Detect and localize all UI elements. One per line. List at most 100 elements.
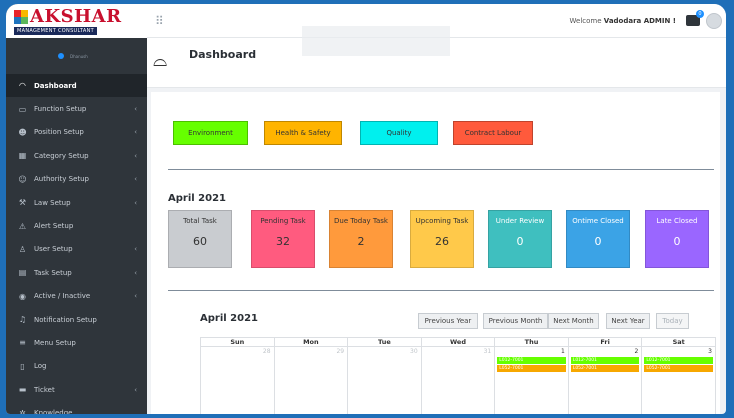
sidebar-item-notification-setup[interactable]: ♫ Notification Setup	[6, 308, 147, 331]
sidebar-item-menu-setup[interactable]: ≡ Menu Setup	[6, 331, 147, 354]
stat-card-late-closed[interactable]: Late Closed 0	[645, 210, 709, 268]
chevron-left-icon: ‹	[134, 105, 137, 114]
sidebar-item-label: Position Setup	[34, 128, 84, 137]
sidebar-item-task-setup[interactable]: ▤ Task Setup ‹	[6, 261, 147, 284]
stat-card-ontime-closed[interactable]: Ontime Closed 0	[566, 210, 630, 268]
day-number: 2	[634, 348, 639, 355]
stat-value: 0	[673, 235, 681, 248]
avatar[interactable]	[706, 13, 722, 29]
weekday-header: Thu	[494, 337, 569, 347]
sidebar-item-authority-setup[interactable]: ☺ Authority Setup ‹	[6, 168, 147, 191]
sidebar-item-ticket[interactable]: ▬ Ticket ‹	[6, 378, 147, 401]
calendar-event[interactable]: L052-7001	[570, 365, 640, 372]
sidebar-item-label: Authority Setup	[34, 175, 89, 184]
calendar-event[interactable]: L012-7001	[497, 357, 566, 364]
weekday-header: Sat	[641, 337, 716, 347]
sidebar-item-label: User Setup	[34, 245, 73, 254]
sidebar-item-label: Notification Setup	[34, 315, 97, 324]
toggle-icon: ◉	[19, 291, 26, 301]
calendar-day[interactable]: 31	[420, 346, 496, 414]
calendar-day[interactable]: 29	[273, 346, 349, 414]
sidebar-item-dashboard[interactable]: ◠ Dashboard	[6, 74, 147, 98]
day-number: 28	[262, 348, 271, 355]
chevron-left-icon: ‹	[134, 268, 137, 277]
sidebar-item-user-setup[interactable]: ♙ User Setup ‹	[6, 238, 147, 261]
warning-icon: ⚠	[18, 221, 27, 231]
calendar-month-title: April 2021	[200, 313, 258, 324]
category-button-environment[interactable]: Environment	[173, 121, 248, 145]
stat-value: 2	[357, 235, 365, 248]
stat-card-pending-task[interactable]: Pending Task 32	[251, 210, 315, 268]
next-month-button[interactable]: Next Month	[548, 313, 599, 329]
calendar-event[interactable]: L052-7001	[644, 365, 713, 372]
bell-icon: ♫	[18, 315, 27, 325]
ticket-icon: ▬	[18, 385, 27, 395]
stat-card-total-task[interactable]: Total Task 60	[168, 210, 232, 268]
calendar-day[interactable]: 1 L012-7001 L052-7001	[494, 346, 569, 414]
calendar-day[interactable]: 28	[200, 346, 275, 414]
settings-icon: ✲	[19, 408, 26, 414]
menu-icon: ≡	[19, 338, 26, 348]
weekday-header: Tue	[347, 337, 422, 347]
dashboard-gauge-icon: ⌓	[153, 50, 168, 71]
calendar-day[interactable]: 3 L012-7001 L052-7001	[641, 346, 716, 414]
day-number: 3	[708, 348, 712, 355]
category-button-contract-labour[interactable]: Contract Labour	[453, 121, 533, 145]
divider	[168, 169, 714, 170]
stat-value: 0	[594, 235, 602, 248]
sidebar-item-position-setup[interactable]: ☻ Position Setup ‹	[6, 121, 147, 144]
stat-label: Pending Task	[260, 217, 306, 225]
calendar-event[interactable]: L012-7001	[644, 357, 713, 364]
calendar-day[interactable]: 30	[347, 346, 422, 414]
sidebar-item-label: Ticket	[34, 385, 55, 394]
sidebar-item-log[interactable]: ▯ Log	[6, 355, 147, 378]
category-button-health-safety[interactable]: Health & Safety	[264, 121, 342, 145]
users-icon: ☺	[18, 174, 27, 184]
calendar-week: 28 29 30 31 1 L012-7001 L052-7001 2 L012-7001 L05…	[200, 346, 716, 414]
today-button[interactable]: Today	[656, 313, 689, 329]
stat-card-upcoming-task[interactable]: Upcoming Task 26	[410, 210, 474, 268]
sidebar-item-knowledge[interactable]: ✲ Knowledge	[6, 401, 147, 414]
calendar-event[interactable]: L012-7001	[570, 357, 640, 364]
sidebar-user: Dhanush	[6, 38, 147, 74]
calendar-grid: Sun Mon Tue Wed Thu Fri Sat 28 29 30 31 1 L012-7001…	[200, 337, 716, 414]
function-icon: ▭	[18, 104, 27, 114]
sidebar-item-law-setup[interactable]: ⚒ Law Setup ‹	[6, 191, 147, 214]
gavel-icon: ⚒	[18, 198, 27, 208]
chevron-left-icon: ‹	[134, 198, 137, 207]
welcome-text: Welcome Vadodara ADMIN !	[569, 17, 676, 25]
stat-label: Total Task	[183, 217, 217, 225]
dashboard-content: Environment Health & Safety Quality Contrac…	[151, 92, 720, 414]
apps-grid-icon[interactable]: ⠿	[155, 14, 164, 28]
stat-card-under-review[interactable]: Under Review 0	[488, 210, 552, 268]
next-year-button[interactable]: Next Year	[606, 313, 650, 329]
category-icon: ▦	[18, 151, 27, 161]
chevron-left-icon: ‹	[134, 245, 137, 254]
sidebar-item-label: Knowledge	[34, 409, 73, 414]
stat-label: Due Today Task	[334, 217, 388, 225]
brand-logo[interactable]: AKSHAR MANAGEMENT CONSULTANT	[6, 4, 147, 38]
calendar-day[interactable]: 2 L012-7001 L052-7001	[567, 346, 643, 414]
sidebar-item-label: Function Setup	[34, 105, 87, 114]
sidebar-item-alert-setup[interactable]: ⚠ Alert Setup	[6, 214, 147, 237]
app-window: AKSHAR MANAGEMENT CONSULTANT Dhanush ◠ Da…	[6, 4, 726, 414]
stat-value: 60	[193, 235, 207, 248]
stat-card-due-today-task[interactable]: Due Today Task 2	[329, 210, 393, 268]
sidebar: AKSHAR MANAGEMENT CONSULTANT Dhanush ◠ Da…	[6, 4, 147, 414]
chevron-left-icon: ‹	[134, 175, 137, 184]
previous-month-button[interactable]: Previous Month	[483, 313, 548, 329]
sidebar-item-function-setup[interactable]: ▭ Function Setup ‹	[6, 97, 147, 120]
sidebar-item-label: Menu Setup	[34, 338, 76, 347]
chevron-left-icon: ‹	[134, 292, 137, 301]
calendar-event[interactable]: L052-7001	[497, 365, 566, 372]
notification-badge: 0	[696, 10, 704, 18]
sidebar-item-category-setup[interactable]: ▦ Category Setup ‹	[6, 144, 147, 167]
weekday-header: Sun	[200, 337, 275, 347]
page-title: Dashboard	[189, 48, 257, 61]
previous-year-button[interactable]: Previous Year	[418, 313, 478, 329]
sidebar-nav: ◠ Dashboard ▭ Function Setup ‹ ☻ Position Setu…	[6, 74, 147, 414]
brand-name: AKSHAR	[30, 5, 122, 27]
sidebar-item-active-inactive[interactable]: ◉ Active / Inactive ‹	[6, 285, 147, 308]
category-button-quality[interactable]: Quality	[360, 121, 438, 145]
weekday-header: Wed	[420, 337, 496, 347]
